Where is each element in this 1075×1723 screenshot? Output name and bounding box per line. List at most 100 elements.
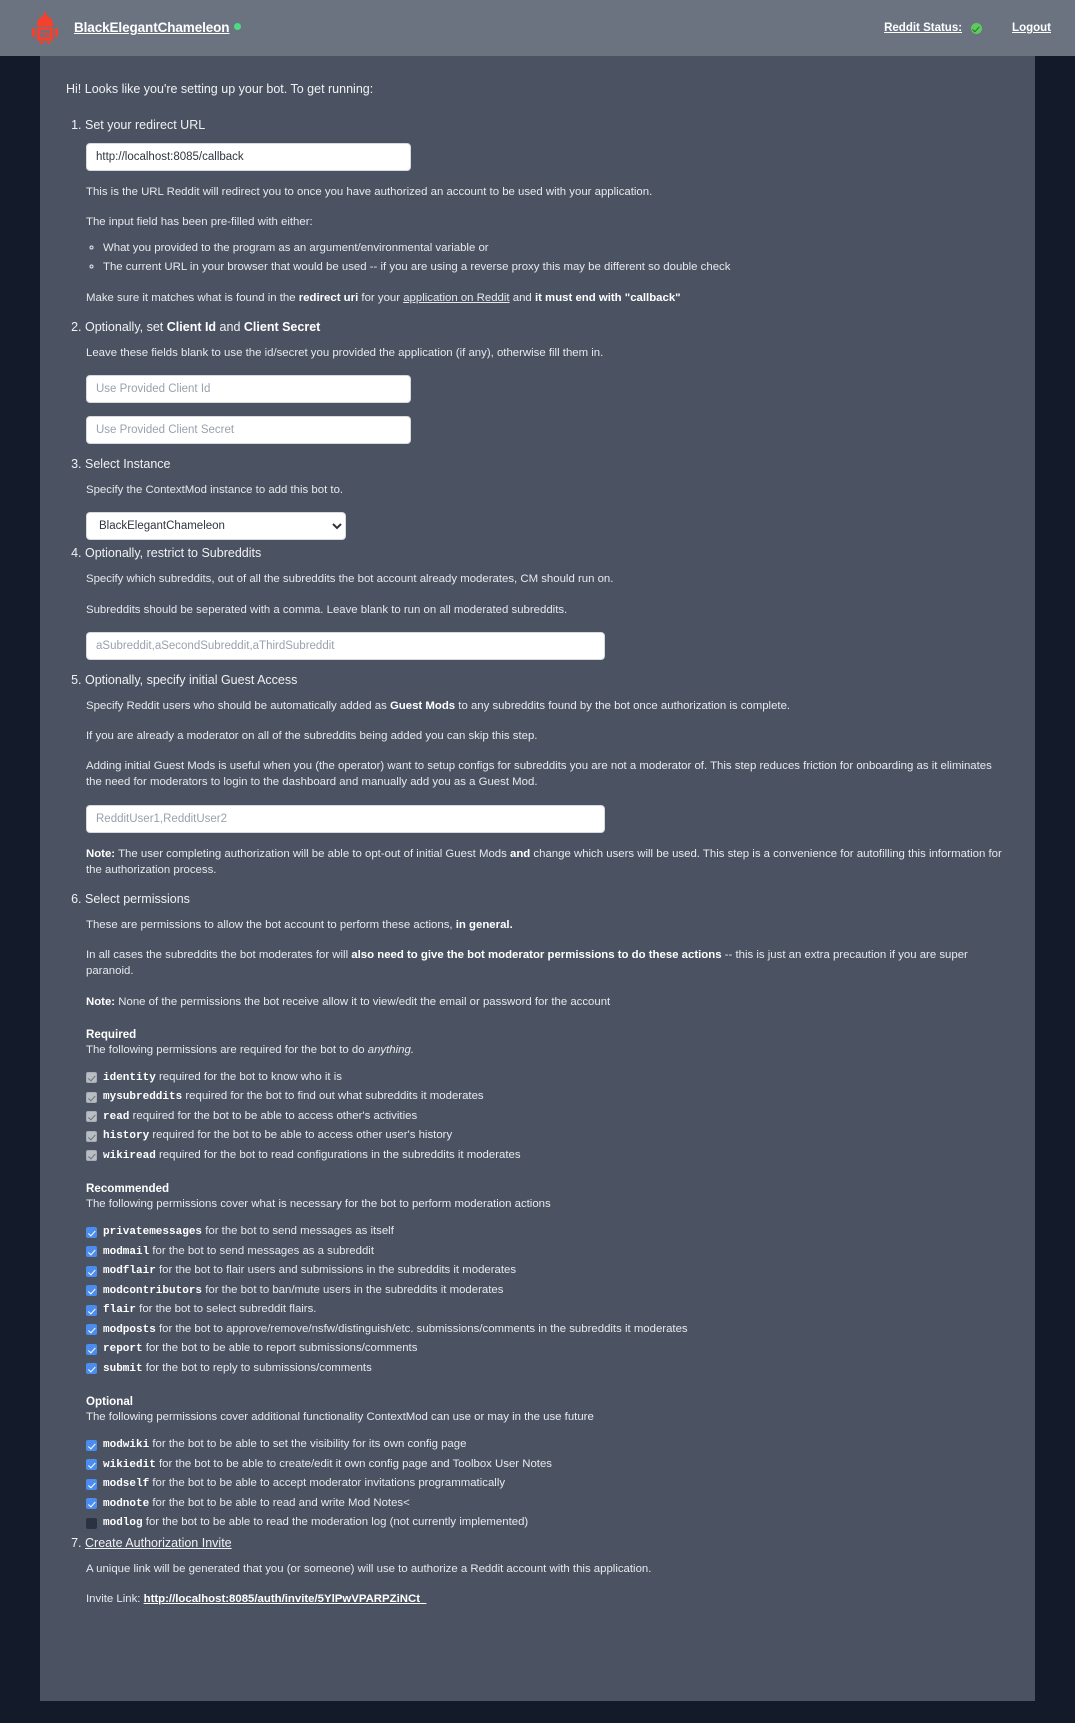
step-5-desc-3: Adding initial Guest Mods is useful when…	[86, 760, 992, 789]
recommended-sub: The following permissions cover what is …	[86, 1198, 551, 1211]
step-2-desc: Leave these fields blank to use the id/s…	[86, 347, 604, 360]
step-6-desc-2: In all cases the subreddits the bot mode…	[86, 947, 1009, 979]
permission-checkbox-modself[interactable]	[86, 1478, 97, 1490]
step-4-desc-1: Specify which subreddits, out of all the…	[86, 573, 614, 586]
permission-checkbox-report[interactable]	[86, 1343, 97, 1355]
permission-description: for the bot to select subreddit flairs.	[136, 1303, 317, 1316]
page-wrapper: Hi! Looks like you're setting up your bo…	[0, 56, 1075, 1723]
step-5-note-pre: The user completing authorization will b…	[115, 847, 510, 860]
required-heading: Required	[86, 1027, 137, 1041]
required-sub: The following permissions are required f…	[86, 1044, 1009, 1056]
permission-text: identity required for the bot to know wh…	[103, 1069, 342, 1087]
reddit-status-label[interactable]: Reddit Status:	[884, 22, 962, 34]
permission-checkbox-modposts[interactable]	[86, 1324, 97, 1336]
invite-link-url[interactable]: http://localhost:8085/auth/invite/5YlPwV…	[144, 1593, 427, 1605]
anything-em: anything.	[367, 1043, 414, 1056]
setup-content-card: Hi! Looks like you're setting up your bo…	[40, 56, 1035, 1702]
permission-checkbox-modnote[interactable]	[86, 1498, 97, 1510]
permission-checkbox-flair[interactable]	[86, 1304, 97, 1316]
guest-desc-pre: Specify Reddit users who should be autom…	[86, 699, 390, 712]
required-permissions-list: identity required for the bot to know wh…	[86, 1069, 1009, 1165]
guest-mods-input[interactable]	[86, 804, 605, 833]
permission-description: required for the bot to be able to acces…	[149, 1129, 453, 1142]
permission-description: for the bot to send messages as a subred…	[149, 1244, 375, 1257]
robot-cm-logo-icon[interactable]: CM	[30, 12, 60, 44]
step-6-body: These are permissions to allow the bot a…	[85, 917, 1009, 1532]
redirect-url-input[interactable]	[86, 143, 411, 171]
step-5-title: Optionally, specify initial Guest Access	[85, 672, 298, 687]
permission-description: required for the bot to read configurati…	[155, 1148, 521, 1161]
step-2-client-credentials: Optionally, set Client Id and Client Sec…	[85, 320, 1009, 445]
permission-checkbox-modflair[interactable]	[86, 1265, 97, 1277]
permission-checkbox-wikiread	[86, 1150, 97, 1162]
instance-select[interactable]: BlackElegantChameleon	[86, 512, 346, 541]
step-4-body: Specify which subreddits, out of all the…	[85, 571, 1009, 660]
permission-checkbox-modcontributors[interactable]	[86, 1285, 97, 1297]
client-id-bold: Client Id	[166, 320, 217, 335]
permission-row: modmail for the bot to send messages as …	[86, 1243, 1009, 1261]
step-4-desc-2: Subreddits should be seperated with a co…	[86, 603, 568, 616]
permission-scope-name: flair	[103, 1304, 137, 1317]
permission-checkbox-submit[interactable]	[86, 1363, 97, 1375]
green-check-circle-icon	[971, 22, 983, 34]
permission-scope-name: modcontributors	[103, 1284, 203, 1297]
permission-text: wikiread required for the bot to read co…	[103, 1147, 521, 1165]
perm-desc-2-pre: In all cases the subreddits the bot mode…	[86, 949, 352, 962]
permission-row: wikiedit for the bot to be able to creat…	[86, 1456, 1009, 1474]
permission-checkbox-mysubreddits	[86, 1091, 97, 1103]
permission-description: for the bot to be able to read and write…	[149, 1496, 410, 1509]
permission-description: for the bot to be able to accept moderat…	[149, 1477, 506, 1490]
permission-scope-name: mysubreddits	[103, 1091, 183, 1104]
subreddits-input[interactable]	[86, 631, 605, 660]
permission-scope-name: modflair	[103, 1265, 156, 1278]
step-3-select-instance: Select Instance Specify the ContextMod i…	[85, 457, 1009, 541]
permission-checkbox-modlog[interactable]	[86, 1517, 97, 1529]
brand-group[interactable]: CM BlackElegantChameleon	[30, 12, 242, 44]
in-general-bold: in general.	[455, 918, 513, 931]
permission-row: privatemessages for the bot to send mess…	[86, 1223, 1009, 1241]
recommended-heading: Recommended	[86, 1182, 170, 1196]
step-5-note-bold: and	[510, 847, 531, 860]
permission-text: wikiedit for the bot to be able to creat…	[103, 1456, 552, 1474]
step-3-title: Select Instance	[85, 457, 171, 472]
step-7-create-invite[interactable]: Create Authorization Invite A unique lin…	[85, 1536, 1009, 1607]
permission-description: for the bot to be able to create/edit it…	[155, 1457, 552, 1470]
nav-right-group: Reddit Status: Logout	[884, 22, 1051, 34]
permission-scope-name: modposts	[103, 1323, 156, 1336]
permission-scope-name: read	[103, 1110, 130, 1123]
permission-scope-name: history	[103, 1130, 150, 1143]
permission-text: flair for the bot to select subreddit fl…	[103, 1301, 316, 1319]
match-mid: for your	[358, 291, 404, 304]
application-on-reddit-link[interactable]: application on Reddit	[403, 292, 509, 304]
permission-text: mysubreddits required for the bot to fin…	[103, 1088, 484, 1106]
permission-row: wikiread required for the bot to read co…	[86, 1147, 1009, 1165]
permission-checkbox-wikiedit[interactable]	[86, 1459, 97, 1471]
permission-checkbox-modwiki[interactable]	[86, 1439, 97, 1451]
setup-steps-list: Set your redirect URL This is the URL Re…	[66, 118, 1009, 1607]
permission-row: read required for the bot to be able to …	[86, 1108, 1009, 1126]
permission-description: required for the bot to be able to acces…	[129, 1109, 418, 1122]
client-secret-input[interactable]	[86, 416, 411, 445]
permission-checkbox-privatemessages[interactable]	[86, 1226, 97, 1238]
permission-text: modmail for the bot to send messages as …	[103, 1243, 374, 1261]
perm-desc-1-pre: These are permissions to allow the bot a…	[86, 918, 456, 931]
match-mid-2: and	[509, 291, 535, 304]
reddit-status-group[interactable]: Reddit Status:	[884, 22, 983, 34]
create-authorization-invite-link[interactable]: Create Authorization Invite	[85, 1536, 232, 1550]
client-id-input[interactable]	[86, 375, 411, 404]
permission-description: for the bot to be able to set the visibi…	[149, 1438, 467, 1451]
match-prefix: Make sure it matches what is found in th…	[86, 291, 299, 304]
permission-scope-name: wikiedit	[103, 1458, 156, 1471]
permission-scope-name: modself	[103, 1478, 150, 1491]
permission-row: modwiki for the bot to be able to set th…	[86, 1436, 1009, 1454]
step-2-title-mid: and	[216, 320, 244, 335]
permission-description: for the bot to approve/remove/nsfw/disti…	[155, 1322, 688, 1335]
step-5-desc-2: If you are already a moderator on all of…	[86, 730, 538, 742]
permission-scope-name: identity	[103, 1071, 156, 1084]
permission-description: for the bot to be able to read the moder…	[142, 1516, 529, 1529]
brand-name-link[interactable]: BlackElegantChameleon	[74, 19, 242, 37]
optional-sub: The following permissions cover addition…	[86, 1411, 594, 1424]
logout-link[interactable]: Logout	[1012, 22, 1051, 34]
client-secret-bold: Client Secret	[243, 320, 321, 335]
permission-checkbox-modmail[interactable]	[86, 1246, 97, 1258]
